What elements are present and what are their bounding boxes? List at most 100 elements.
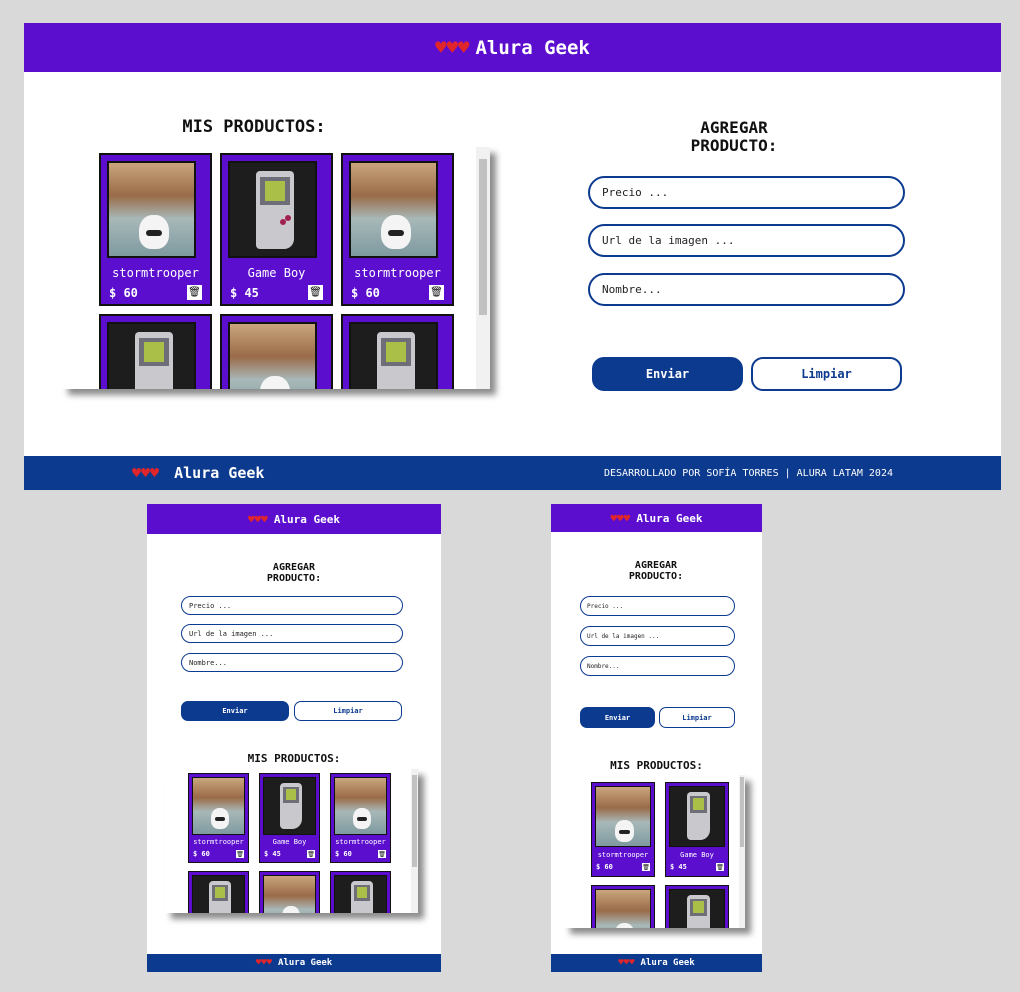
heart-icon: ♥♥♥ <box>610 511 631 525</box>
product-price: $ 45 <box>230 286 259 300</box>
heart-icon: ♥♥♥ <box>132 464 160 482</box>
product-card <box>591 885 655 928</box>
trash-icon[interactable]: 🗑 <box>187 285 202 300</box>
product-image <box>228 322 317 389</box>
form-title: AGREGAR PRODUCTO: <box>591 560 721 582</box>
product-card: stormtrooper $ 60 🗑 <box>341 153 454 306</box>
trash-icon[interactable]: 🗑 <box>236 850 244 858</box>
trash-icon[interactable]: 🗑 <box>429 285 444 300</box>
products-scrollbar[interactable] <box>739 775 745 928</box>
products-panel: stormtrooper $ 60 🗑 Game Boy $ 45 🗑 stor… <box>62 147 490 389</box>
product-card <box>188 871 249 913</box>
product-price: $ 60 <box>109 286 138 300</box>
price-input[interactable]: Precio ... <box>181 596 403 615</box>
product-card <box>259 871 320 913</box>
product-name: Game Boy <box>272 838 307 846</box>
product-card: Game Boy $ 45 🗑 <box>665 782 729 877</box>
image-url-input[interactable]: Url de la imagen ... <box>580 626 735 646</box>
products-grid: stormtrooper $ 60 🗑 Game Boy $ 45 🗑 <box>591 782 729 928</box>
product-image <box>107 161 196 258</box>
clear-button[interactable]: Limpiar <box>659 707 735 728</box>
product-name: stormtrooper <box>112 266 199 280</box>
send-button[interactable]: Enviar <box>580 707 655 728</box>
product-price: $ 45 <box>264 850 281 858</box>
product-price: $ 45 <box>670 863 687 871</box>
products-scrollbar[interactable] <box>476 147 490 389</box>
form-title-line2: PRODUCTO: <box>266 573 322 584</box>
product-name: Game Boy <box>680 851 714 859</box>
product-name: stormtrooper <box>335 838 386 846</box>
price-input[interactable]: Precio ... <box>580 596 735 616</box>
product-card: stormtrooper $ 60 🗑 <box>591 782 655 877</box>
product-card <box>341 314 454 389</box>
trash-icon[interactable]: 🗑 <box>716 863 724 871</box>
trash-icon[interactable]: 🗑 <box>378 850 386 858</box>
product-price: $ 60 <box>596 863 613 871</box>
form-title-line1: AGREGAR <box>634 560 678 571</box>
product-image <box>595 786 651 847</box>
send-button[interactable]: Enviar <box>592 357 743 391</box>
product-image <box>334 875 387 913</box>
footer-brand-name[interactable]: Alura Geek <box>641 958 695 968</box>
tablet-view: ♥♥♥ Alura Geek AGREGAR PRODUCTO: Precio … <box>147 504 441 972</box>
trash-icon[interactable]: 🗑 <box>642 863 650 871</box>
footer: ♥♥♥ Alura Geek <box>147 954 441 972</box>
clear-button[interactable]: Limpiar <box>294 701 402 721</box>
price-input[interactable]: Precio ... <box>588 176 905 209</box>
image-url-input[interactable]: Url de la imagen ... <box>588 224 905 257</box>
heart-icon: ♥♥♥ <box>435 36 470 59</box>
product-image <box>107 322 196 389</box>
header: ♥♥♥ Alura Geek <box>551 504 762 532</box>
product-card <box>220 314 333 389</box>
scrollbar-thumb[interactable] <box>412 775 417 867</box>
products-grid: stormtrooper $ 60 🗑 Game Boy $ 45 🗑 stor… <box>99 153 454 389</box>
footer-brand-name[interactable]: Alura Geek <box>174 464 264 482</box>
image-url-input[interactable]: Url de la imagen ... <box>181 624 403 643</box>
product-card: Game Boy $ 45 🗑 <box>220 153 333 306</box>
form-title: AGREGAR PRODUCTO: <box>227 562 361 584</box>
product-name: Game Boy <box>247 266 306 280</box>
heart-icon: ♥♥♥ <box>247 512 268 526</box>
brand-name[interactable]: Alura Geek <box>636 512 702 525</box>
form-title-line2: PRODUCTO: <box>690 136 778 155</box>
products-title: MIS PRODUCTOS: <box>247 752 341 765</box>
product-card <box>330 871 391 913</box>
footer-brand-name[interactable]: Alura Geek <box>278 958 332 968</box>
form-title: AGREGAR PRODUCTO: <box>634 119 834 155</box>
footer-credits: DESARROLLADO POR SOFÍA TORRES | ALURA LA… <box>604 467 893 479</box>
product-image <box>349 161 438 258</box>
header: ♥♥♥ Alura Geek <box>24 23 1001 72</box>
brand-name[interactable]: Alura Geek <box>274 513 340 526</box>
products-grid: stormtrooper $ 60 🗑 Game Boy $ 45 🗑 stor… <box>188 773 391 913</box>
products-scrollbar[interactable] <box>411 769 418 913</box>
clear-button[interactable]: Limpiar <box>751 357 902 391</box>
brand-name[interactable]: Alura Geek <box>475 37 589 59</box>
mobile-view: ♥♥♥ Alura Geek AGREGAR PRODUCTO: Precio … <box>551 504 762 972</box>
product-image <box>349 322 438 389</box>
product-card: stormtrooper $ 60 🗑 <box>330 773 391 863</box>
product-image <box>669 786 725 847</box>
product-price: $ 60 <box>351 286 380 300</box>
trash-icon[interactable]: 🗑 <box>308 285 323 300</box>
send-button[interactable]: Enviar <box>181 701 289 721</box>
name-input[interactable]: Nombre... <box>580 656 735 676</box>
product-image <box>595 889 651 928</box>
scrollbar-thumb[interactable] <box>740 777 744 847</box>
products-title: MIS PRODUCTOS: <box>182 117 326 137</box>
product-image <box>192 777 245 835</box>
product-name: stormtrooper <box>193 838 244 846</box>
products-panel: stormtrooper $ 60 🗑 Game Boy $ 45 🗑 <box>564 775 745 928</box>
product-price: $ 60 <box>193 850 210 858</box>
heart-icon: ♥♥♥ <box>618 958 635 968</box>
heart-icon: ♥♥♥ <box>255 958 273 968</box>
name-input[interactable]: Nombre... <box>588 273 905 306</box>
product-card <box>99 314 212 389</box>
products-panel: stormtrooper $ 60 🗑 Game Boy $ 45 🗑 stor… <box>165 769 418 913</box>
name-input[interactable]: Nombre... <box>181 653 403 672</box>
product-image <box>263 875 316 913</box>
header: ♥♥♥ Alura Geek <box>147 504 441 534</box>
product-image <box>192 875 245 913</box>
product-image <box>228 161 317 258</box>
scrollbar-thumb[interactable] <box>479 159 487 315</box>
trash-icon[interactable]: 🗑 <box>307 850 315 858</box>
